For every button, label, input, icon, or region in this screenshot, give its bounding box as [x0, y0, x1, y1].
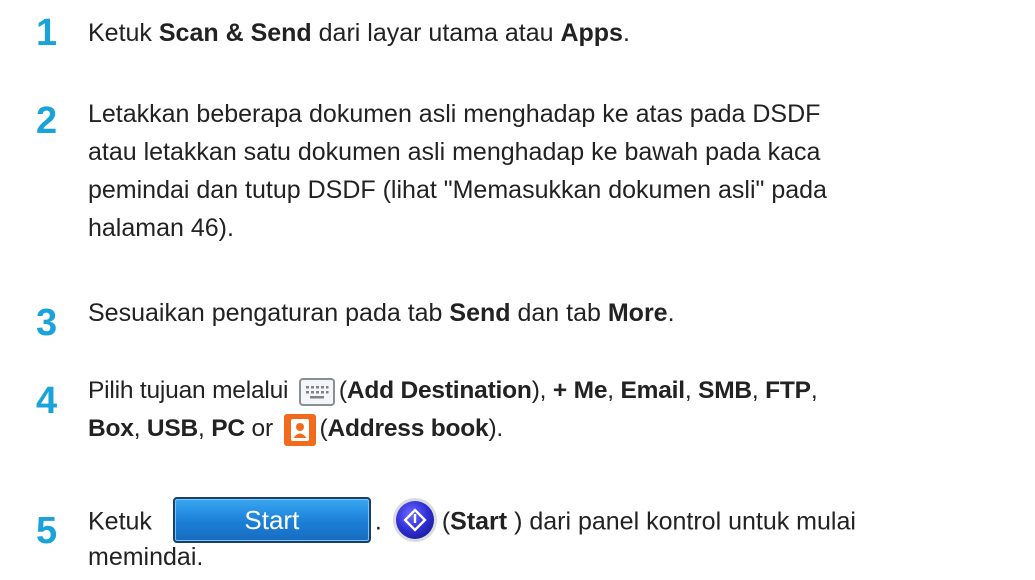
- text-segment: Ketuk: [88, 507, 159, 536]
- step-number: 1: [36, 12, 58, 54]
- bold-term: Send: [449, 299, 511, 327]
- text-segment: Ketuk: [88, 19, 159, 47]
- text-line: Box, USB, PC or (Address book).: [88, 410, 1028, 448]
- text-segment: ),: [531, 377, 553, 404]
- text-line: atau letakkan satu dokumen asli menghada…: [88, 138, 821, 166]
- text-segment: .: [667, 299, 675, 327]
- text-segment: or: [244, 415, 280, 442]
- text-segment: ,: [607, 377, 621, 404]
- step-number: 4: [36, 380, 58, 422]
- address-book-icon: [283, 413, 316, 446]
- step-text: Ketuk Start. (Start ) dari panel kontrol …: [88, 497, 1028, 576]
- text-segment: Sesuaikan pengaturan pada tab: [88, 299, 450, 327]
- text-segment: (: [338, 377, 347, 404]
- bold-term: SMB: [698, 377, 752, 404]
- step-text: Ketuk Scan & Send dari layar utama atau …: [88, 14, 1028, 52]
- text-line: halaman 46).: [88, 214, 234, 242]
- text-segment: (: [441, 507, 451, 536]
- bold-term: Address book: [327, 415, 489, 442]
- start-button[interactable]: Start: [172, 497, 371, 543]
- text-segment: dari layar utama atau: [311, 19, 561, 47]
- bold-term: More: [607, 299, 668, 327]
- text-line: Letakkan beberapa dokumen asli menghadap…: [88, 100, 821, 128]
- bold-term: Start: [450, 507, 508, 536]
- text-segment: Pilih tujuan melalui: [88, 377, 295, 404]
- bold-term: Apps: [560, 19, 623, 47]
- text-segment: ,: [133, 415, 147, 442]
- bold-term: PC: [211, 415, 245, 442]
- text-line: pemindai dan tutup DSDF (lihat "Memasukk…: [88, 176, 827, 204]
- bold-term: USB: [146, 415, 199, 442]
- bold-term: Email: [620, 377, 685, 404]
- step-text: Sesuaikan pengaturan pada tab Send dan t…: [88, 294, 1028, 332]
- bold-term: Scan & Send: [158, 19, 312, 47]
- text-segment: ) dari panel kontrol untuk mulai: [507, 507, 856, 536]
- text-segment: .: [374, 507, 382, 536]
- step-text: Pilih tujuan melalui (Add Destination), …: [88, 372, 1028, 448]
- text-line: Pilih tujuan melalui (Add Destination), …: [88, 372, 1028, 410]
- bold-term: Box: [88, 415, 134, 442]
- keyboard-icon: [298, 377, 335, 406]
- text-segment: ).: [488, 415, 504, 442]
- bold-term: Add Destination: [346, 377, 532, 404]
- start-hard-button-icon: [392, 497, 438, 543]
- step-number: 2: [36, 100, 58, 142]
- bold-term: + Me: [552, 377, 608, 404]
- step-number: 5: [36, 510, 58, 552]
- step-number: 3: [36, 302, 58, 344]
- text-segment: .: [622, 19, 630, 47]
- text-segment: ,: [810, 377, 818, 404]
- text-segment: ,: [684, 377, 699, 404]
- step-text: Letakkan beberapa dokumen asli menghadap…: [88, 95, 1028, 247]
- bold-term: FTP: [765, 377, 811, 404]
- text-segment: ,: [751, 377, 766, 404]
- text-segment: dan tab: [510, 299, 608, 327]
- text-segment: ,: [198, 415, 212, 442]
